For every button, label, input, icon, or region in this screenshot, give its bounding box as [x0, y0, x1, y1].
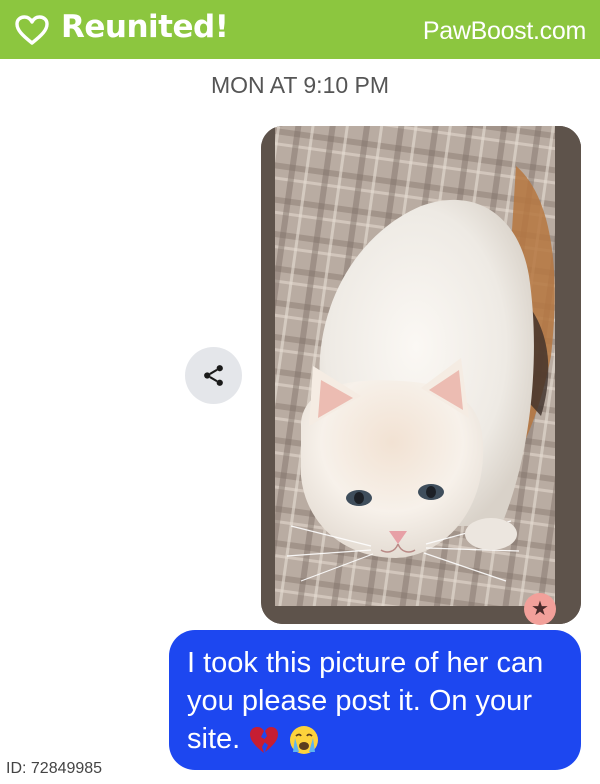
message-bubble[interactable]: I took this picture of her can you pleas…: [169, 630, 581, 770]
message-timestamp: MON AT 9:10 PM: [210, 72, 390, 98]
crying-face-emoji: [290, 726, 319, 755]
heart-outline-icon: [15, 15, 49, 45]
star-icon: ★: [531, 596, 549, 620]
reunited-title: Reunited!: [61, 9, 229, 45]
reunited-banner: Reunited! PawBoost.com: [0, 0, 600, 59]
share-icon: [204, 365, 223, 386]
cat-photo[interactable]: [261, 126, 581, 624]
cat-photo-image: [261, 126, 581, 624]
message-text: I took this picture of her can you pleas…: [187, 644, 563, 758]
pet-id-label: ID: 72849985: [6, 760, 103, 777]
reaction-badge[interactable]: ★: [524, 593, 556, 625]
share-button[interactable]: [185, 347, 242, 404]
broken-heart-emoji: [250, 727, 279, 754]
message-body: I took this picture of her can you pleas…: [187, 647, 544, 755]
brand-link[interactable]: PawBoost.com: [423, 17, 586, 46]
